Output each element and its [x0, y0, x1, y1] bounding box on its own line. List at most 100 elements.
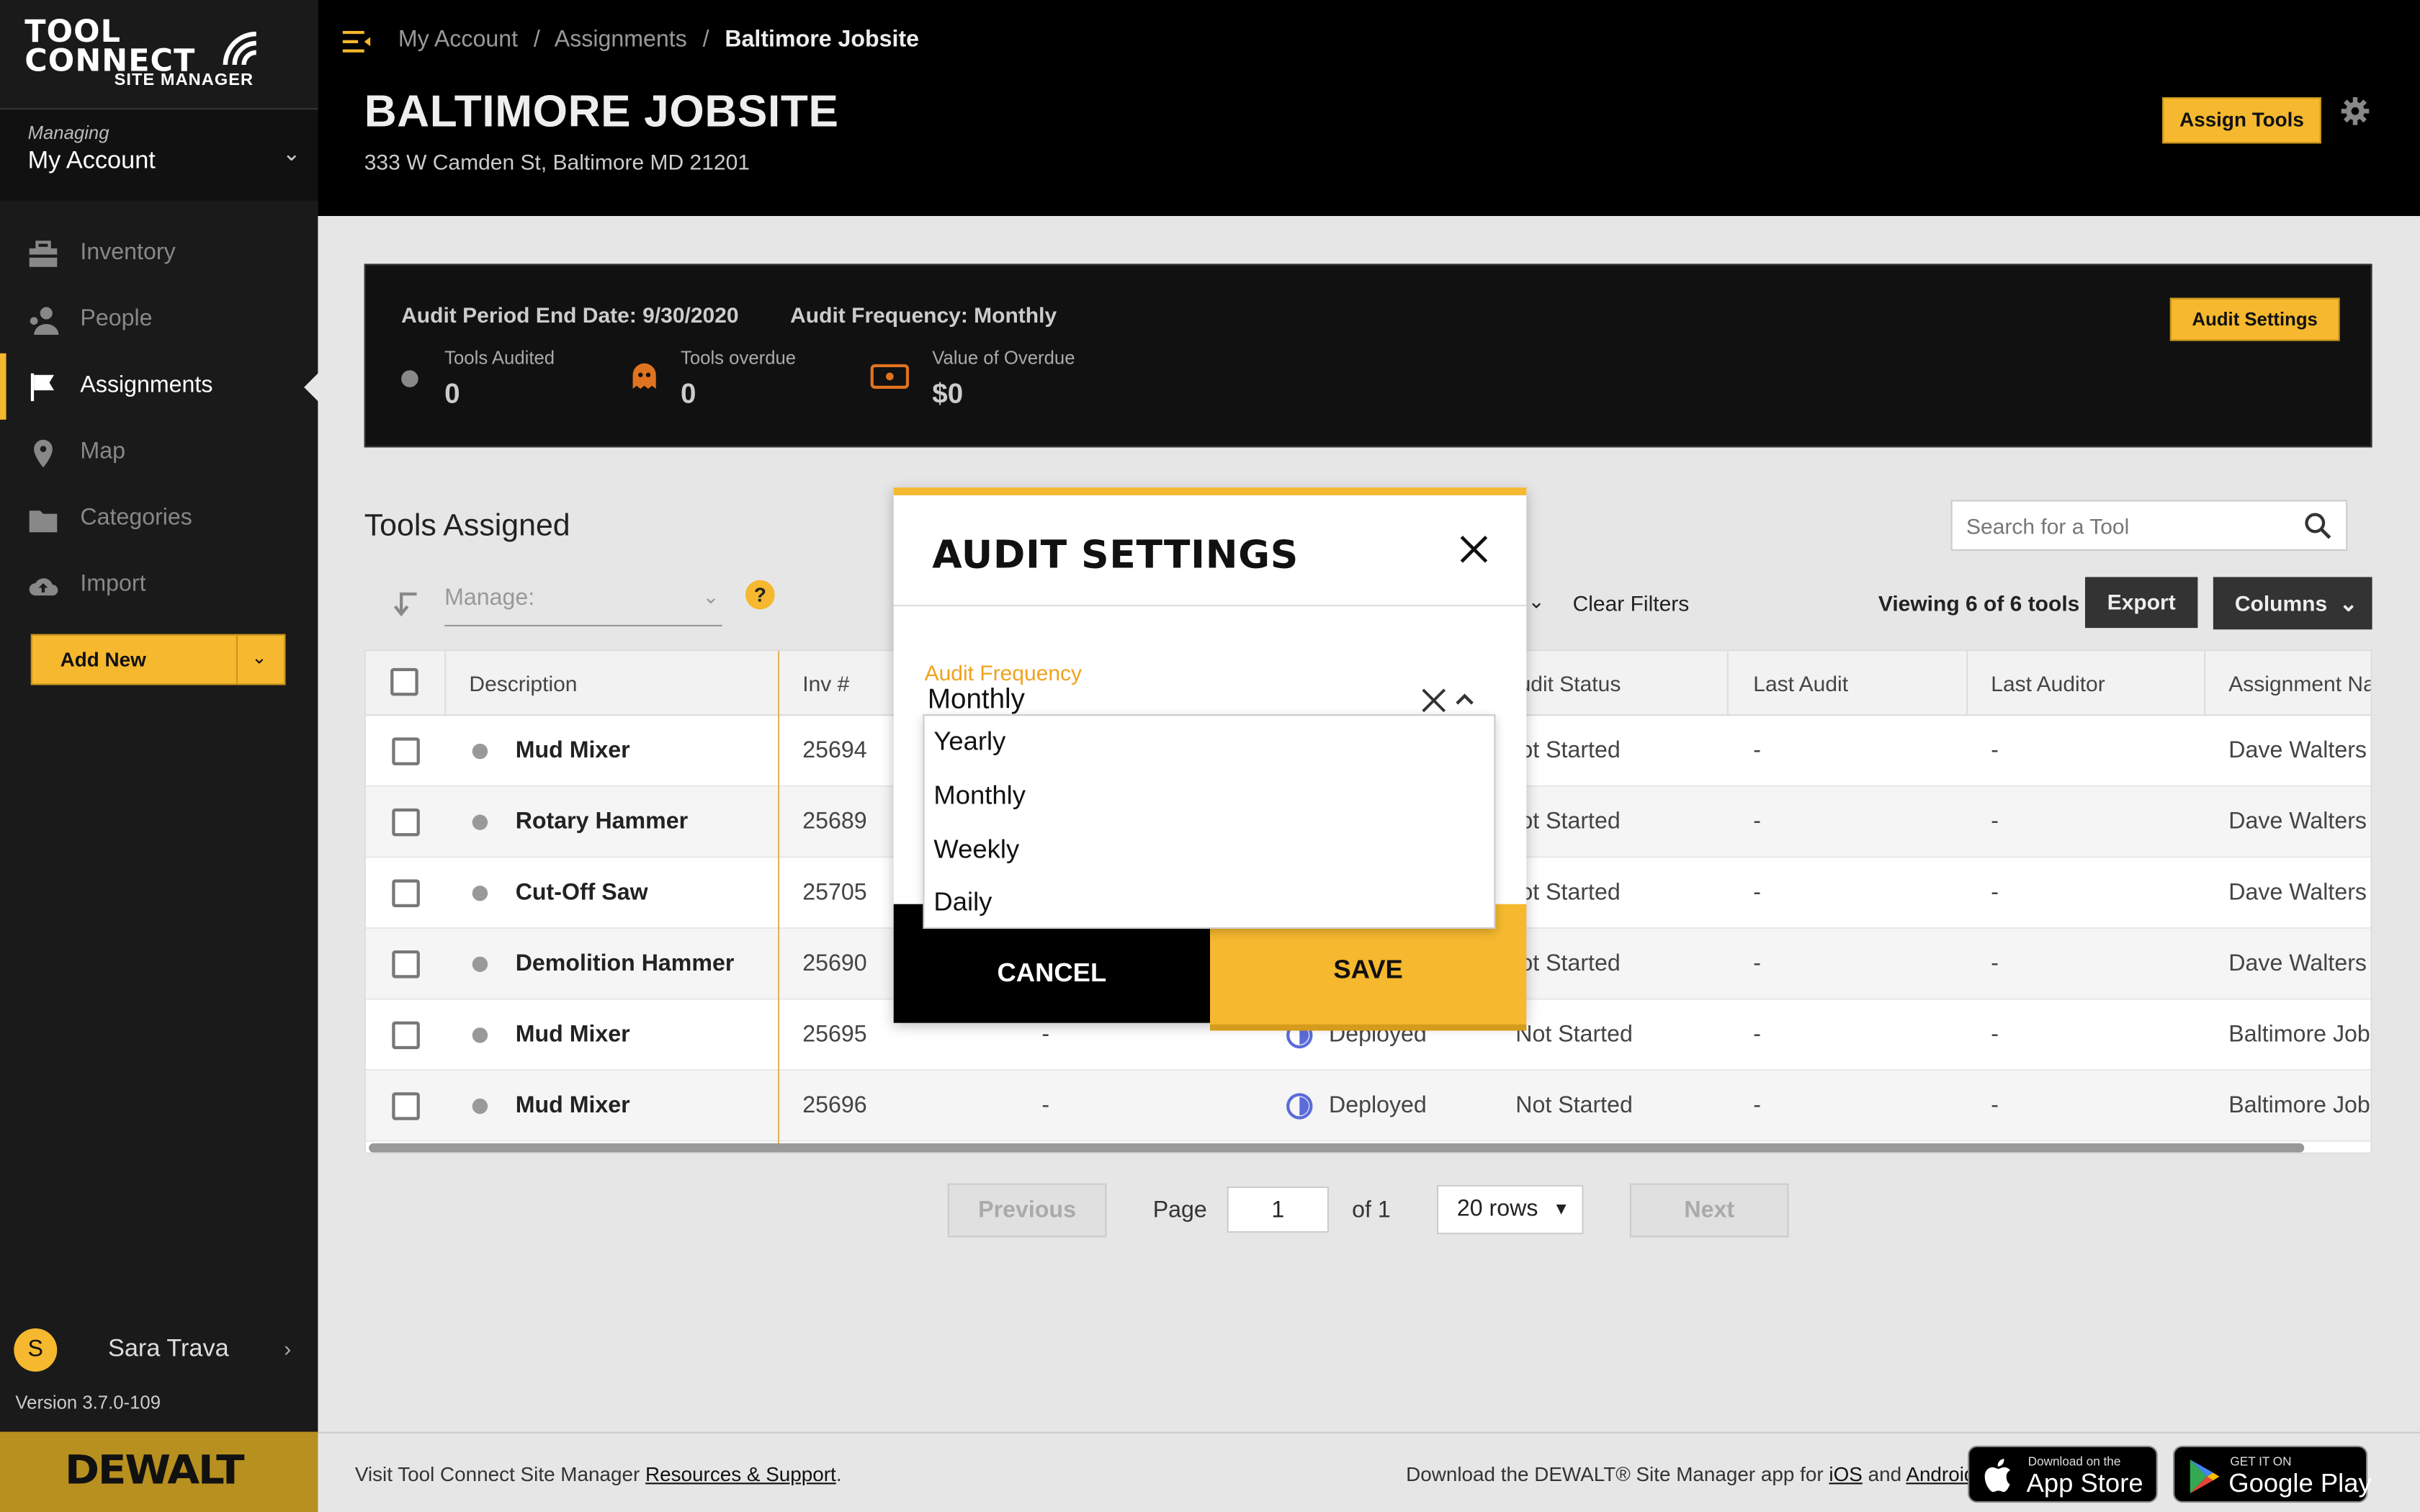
option-yearly[interactable]: Yearly: [933, 726, 1005, 757]
stat-label: Tools overdue: [681, 347, 797, 369]
footer-left-prefix: Visit Tool Connect Site Manager: [354, 1462, 640, 1486]
help-icon[interactable]: ?: [745, 580, 775, 610]
breadcrumb-separator: /: [702, 26, 709, 53]
clear-selection-icon[interactable]: [1420, 687, 1448, 715]
tool-description[interactable]: Mud Mixer: [516, 737, 630, 763]
tool-description[interactable]: Mud Mixer: [516, 1022, 630, 1048]
tool-description[interactable]: Mud Mixer: [516, 1092, 630, 1118]
audit-frequency-select[interactable]: Monthly: [928, 683, 1025, 716]
row-checkbox[interactable]: [392, 808, 420, 837]
manage-label: Manage:: [444, 585, 535, 611]
google-play-badge[interactable]: GET IT ON Google Play: [2173, 1445, 2372, 1503]
column-header-description[interactable]: Description: [469, 671, 577, 696]
row-checkbox[interactable]: [392, 879, 420, 907]
column-header-inv[interactable]: Inv #: [802, 671, 849, 696]
chevron-down-icon[interactable]: ⌄: [1528, 590, 1544, 614]
status-dot: [472, 956, 488, 972]
next-page-button[interactable]: Next: [1629, 1183, 1789, 1238]
rows-per-page-select[interactable]: 20 rows ▼: [1436, 1184, 1584, 1235]
sidebar-item-categories[interactable]: Categories: [0, 486, 318, 552]
account-switcher[interactable]: Managing My Account ⌄: [0, 108, 318, 201]
avatar: S: [14, 1328, 58, 1372]
breadcrumb-my-account[interactable]: My Account: [398, 26, 518, 52]
chevron-down-icon[interactable]: ⌄: [251, 647, 267, 668]
horizontal-scrollbar[interactable]: [369, 1143, 2305, 1153]
stat-value: 0: [681, 378, 696, 409]
search-input[interactable]: [1952, 501, 2293, 549]
row-checkbox[interactable]: [392, 737, 420, 765]
row-checkbox[interactable]: [392, 1021, 420, 1050]
logo-line-3: SITE MANAGER: [114, 71, 254, 90]
select-arrows-icon: ▼: [1552, 1200, 1570, 1219]
tool-connect-logo[interactable]: TOOL CONNECT SITE MANAGER: [24, 15, 295, 92]
chevron-up-icon[interactable]: [1456, 693, 1474, 705]
tool-audit-status: Not Started: [1515, 1021, 1633, 1048]
sidebar: TOOL CONNECT SITE MANAGER Managing My Ac…: [0, 0, 320, 1512]
row-checkbox[interactable]: [392, 950, 420, 978]
row-checkbox[interactable]: [392, 1092, 420, 1120]
add-new-label: Add New: [60, 648, 146, 672]
sidebar-item-assignments[interactable]: Assignments: [0, 353, 320, 420]
menu-collapse-icon[interactable]: [342, 30, 371, 53]
breadcrumb: My Account / Assignments / Baltimore Job…: [398, 26, 919, 52]
column-header-last-audit[interactable]: Last Audit: [1753, 671, 1848, 696]
managing-label: Managing: [27, 122, 109, 144]
sidebar-item-label: People: [80, 305, 153, 332]
google-play-icon: [2190, 1459, 2220, 1494]
option-monthly[interactable]: Monthly: [933, 780, 1026, 811]
sidebar-item-map[interactable]: Map: [0, 420, 318, 486]
tool-description[interactable]: Demolition Hammer: [516, 950, 735, 976]
sidebar-item-import[interactable]: Import: [0, 552, 318, 618]
apple-icon: [1984, 1459, 2011, 1493]
app-store-badge[interactable]: Download on the App Store: [1968, 1445, 2158, 1503]
android-link[interactable]: Android: [1906, 1462, 1975, 1485]
tool-assignment: Dave Walters: [2228, 808, 2367, 835]
sidebar-item-inventory[interactable]: Inventory: [0, 220, 318, 287]
export-button[interactable]: Export: [2085, 577, 2198, 629]
tool-last-audit: -: [1753, 1021, 1761, 1048]
option-daily[interactable]: Daily: [933, 887, 992, 918]
audit-settings-button[interactable]: Audit Settings: [2169, 297, 2340, 341]
gear-icon[interactable]: [2340, 96, 2371, 127]
tool-description[interactable]: Rotary Hammer: [516, 809, 688, 834]
close-icon[interactable]: [1458, 534, 1489, 564]
page-total: of 1: [1352, 1197, 1391, 1224]
sidebar-item-label: Categories: [80, 504, 192, 531]
manage-select[interactable]: Manage: ⌄: [444, 579, 722, 626]
clear-filters-link[interactable]: Clear Filters: [1573, 591, 1690, 616]
table-row[interactable]: Mud Mixer 25696 - Deployed Not Started -…: [365, 1071, 2371, 1142]
ios-link[interactable]: iOS: [1829, 1462, 1862, 1485]
add-new-button[interactable]: Add New ⌄: [30, 634, 286, 685]
assign-tools-button[interactable]: Assign Tools: [2162, 97, 2321, 144]
sidebar-item-people[interactable]: People: [0, 287, 318, 354]
column-header-assignment-name[interactable]: Assignment Nar: [2228, 671, 2370, 696]
tool-assignment: Dave Walters: [2228, 950, 2367, 977]
status-dot: [472, 814, 488, 830]
tool-last-auditor: -: [1991, 950, 1999, 977]
search-icon[interactable]: [2304, 512, 2332, 540]
page-number-input[interactable]: [1227, 1186, 1329, 1233]
tool-inv: 25696: [802, 1092, 867, 1119]
resources-support-link[interactable]: Resources & Support: [645, 1462, 836, 1485]
modal-divider: [893, 605, 1527, 607]
tool-last-auditor: -: [1991, 1021, 1999, 1048]
option-weekly[interactable]: Weekly: [933, 834, 1019, 865]
column-header-last-auditor[interactable]: Last Auditor: [1991, 671, 2105, 696]
tool-last-audit: -: [1753, 1092, 1761, 1119]
breadcrumb-assignments[interactable]: Assignments: [555, 26, 687, 52]
columns-button[interactable]: Columns ⌄: [2213, 577, 2372, 630]
select-all-checkbox[interactable]: [390, 667, 418, 696]
sidebar-item-label: Map: [80, 438, 125, 464]
toolbox-icon: [29, 240, 58, 267]
tool-description[interactable]: Cut-Off Saw: [516, 879, 648, 905]
columns-label: Columns: [2234, 590, 2328, 616]
flag-icon: [30, 373, 54, 402]
column-header-audit-status[interactable]: udit Status: [1519, 671, 1621, 696]
user-menu[interactable]: S Sara Trava ›: [0, 1319, 318, 1381]
stat-value: $0: [932, 378, 964, 409]
breadcrumb-separator: /: [533, 26, 540, 53]
viewing-count: Viewing 6 of 6 tools: [1878, 590, 2080, 616]
audit-summary-panel: Audit Period End Date: 9/30/2020 Audit F…: [364, 264, 2372, 448]
previous-page-button[interactable]: Previous: [947, 1183, 1107, 1238]
tool-serial: -: [1041, 1092, 1050, 1119]
